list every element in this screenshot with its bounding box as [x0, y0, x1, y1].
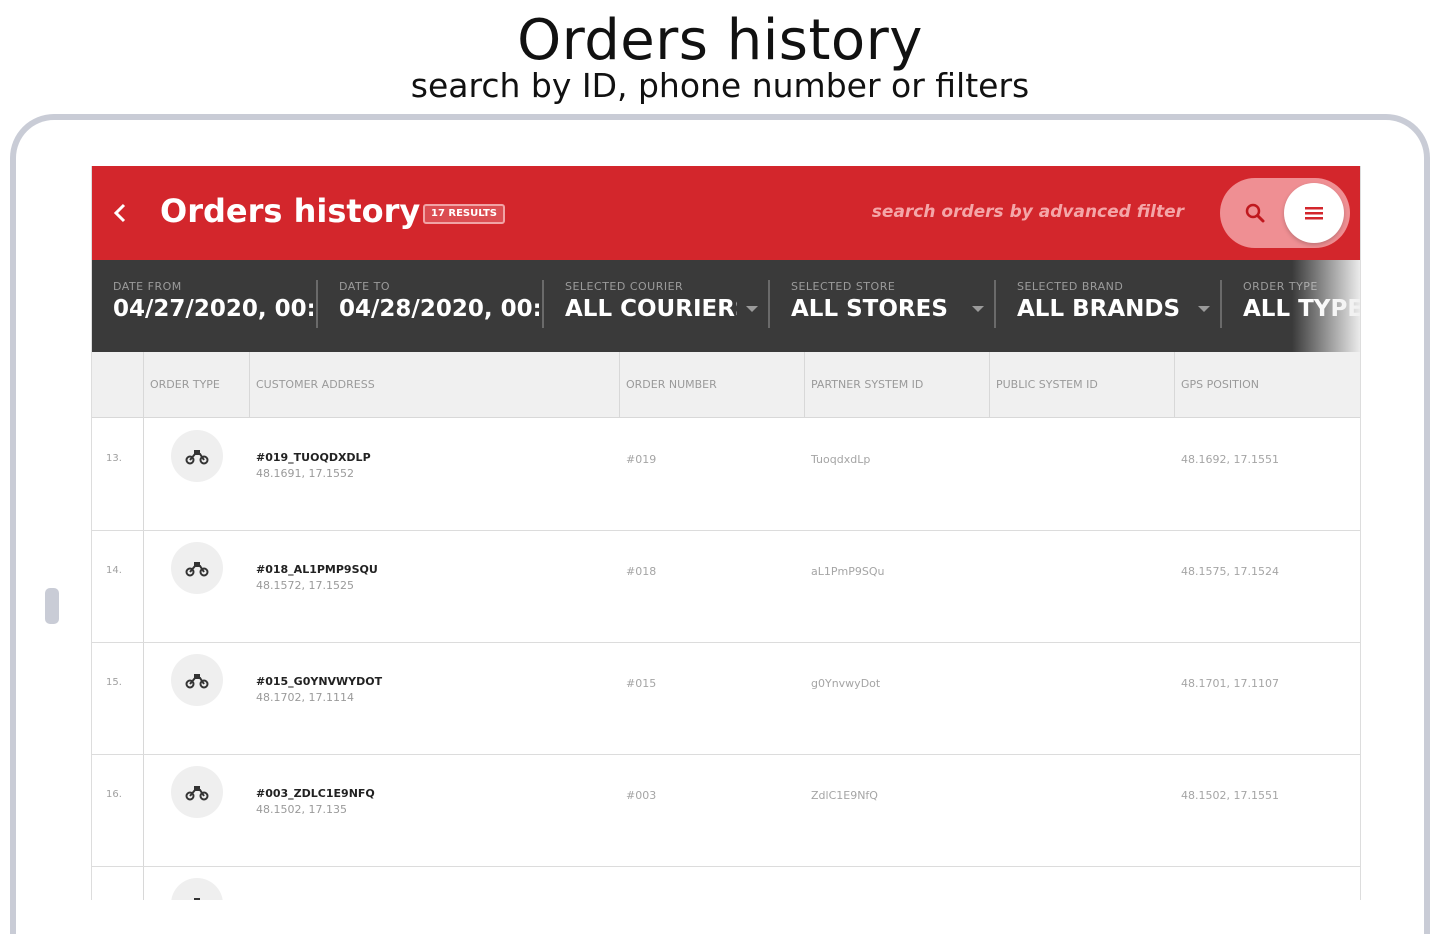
results-badge: 17 RESULTS	[423, 204, 505, 224]
motorcycle-icon	[185, 559, 209, 577]
order-number: #015	[626, 677, 657, 690]
filter-label: SELECTED STORE	[791, 280, 896, 293]
tablet-side-button	[45, 588, 59, 624]
customer-coords: 48.1702, 17.1114	[256, 691, 354, 704]
filter-value: 04/28/2020, 00:00	[339, 296, 539, 322]
gps-position: 48.1575, 17.1524	[1181, 565, 1279, 578]
row-index: 15.	[106, 677, 122, 688]
filter-store[interactable]: SELECTED STORE ALL STORES	[770, 260, 996, 352]
filter-date-from[interactable]: DATE FROM 04/27/2020, 00:00	[92, 260, 318, 352]
order-number: #003	[626, 789, 657, 802]
column-header-gps-position[interactable]: GPS POSITION	[1174, 352, 1360, 418]
filter-label: DATE TO	[339, 280, 390, 293]
page-title: Orders history	[160, 192, 421, 230]
app-bar: Orders history 17 RESULTS search orders …	[92, 166, 1360, 260]
partner-system-id: TuoqdxdLp	[811, 453, 871, 466]
column-header-partner-system-id[interactable]: PARTNER SYSTEM ID	[804, 352, 989, 418]
partner-system-id: ZdlC1E9NfQ	[811, 789, 878, 802]
filter-value: ALL COURIERS	[565, 296, 737, 322]
app-screen: Orders history 17 RESULTS search orders …	[91, 166, 1361, 900]
customer-coords: 48.1502, 17.135	[256, 803, 347, 816]
table-header: ORDER TYPE CUSTOMER ADDRESS ORDER NUMBER…	[92, 352, 1360, 418]
row-index: 13.	[106, 453, 122, 464]
filter-label: DATE FROM	[113, 280, 182, 293]
motorcycle-icon	[185, 783, 209, 801]
scroll-fade	[1292, 260, 1360, 352]
table-row[interactable]: 13. #019_TUOQDXDLP 48.1691, 17.1552 #019…	[92, 419, 1360, 531]
column-header-order-type[interactable]: ORDER TYPE	[143, 352, 249, 418]
motorcycle-icon	[185, 895, 209, 900]
column-header-public-system-id[interactable]: PUBLIC SYSTEM ID	[989, 352, 1174, 418]
customer-name: #018_AL1PMP9SQU	[256, 563, 378, 576]
customer-coords: 48.1572, 17.1525	[256, 579, 354, 592]
promo-title: Orders history	[517, 8, 923, 73]
promo-subtitle: search by ID, phone number or filters	[410, 66, 1030, 105]
row-index: 16.	[106, 789, 122, 800]
table-row[interactable]: 14. #018_AL1PMP9SQU 48.1572, 17.1525 #01…	[92, 531, 1360, 643]
filter-date-to[interactable]: DATE TO 04/28/2020, 00:00	[318, 260, 544, 352]
order-number: #019	[626, 453, 657, 466]
filter-value: ALL STORES	[791, 296, 948, 322]
partner-system-id: g0YnvwyDot	[811, 677, 881, 690]
back-chevron-icon[interactable]	[110, 196, 130, 230]
motorcycle-icon	[185, 447, 209, 465]
partner-system-id: aL1PmP9SQu	[811, 565, 885, 578]
customer-name: #003_ZDLC1E9NFQ	[256, 787, 375, 800]
dropdown-caret-icon	[746, 306, 758, 312]
filter-brand[interactable]: SELECTED BRAND ALL BRANDS	[996, 260, 1222, 352]
table-row[interactable]: 15. #015_G0YNVWYDOT 48.1702, 17.1114 #01…	[92, 643, 1360, 755]
menu-button[interactable]	[1284, 183, 1344, 243]
filter-value: 04/27/2020, 00:00	[113, 296, 313, 322]
dropdown-caret-icon	[1198, 306, 1210, 312]
customer-name: #019_TUOQDXDLP	[256, 451, 371, 464]
gps-position: 48.1502, 17.1551	[1181, 789, 1279, 802]
gps-position: 48.1692, 17.1551	[1181, 453, 1279, 466]
search-placeholder[interactable]: search orders by advanced filter	[872, 202, 1184, 222]
motorcycle-icon	[185, 671, 209, 689]
gps-position: 48.1701, 17.1107	[1181, 677, 1279, 690]
order-type-badge	[171, 766, 223, 818]
customer-coords: 48.1691, 17.1552	[256, 467, 354, 480]
table-row-partial[interactable]	[92, 867, 1360, 900]
order-type-badge	[171, 654, 223, 706]
search-menu-toggle[interactable]	[1220, 178, 1350, 248]
filter-value: ALL BRANDS	[1017, 296, 1181, 322]
order-number: #018	[626, 565, 657, 578]
filter-label: SELECTED COURIER	[565, 280, 684, 293]
table-row[interactable]: 16. #003_ZDLC1E9NFQ 48.1502, 17.135 #003…	[92, 755, 1360, 867]
filter-label: SELECTED BRAND	[1017, 280, 1124, 293]
filter-bar: DATE FROM 04/27/2020, 00:00 DATE TO 04/2…	[92, 260, 1360, 352]
customer-name: #015_G0YNVWYDOT	[256, 675, 383, 688]
dropdown-caret-icon	[972, 306, 984, 312]
column-header-customer-address[interactable]: CUSTOMER ADDRESS	[249, 352, 619, 418]
order-type-badge	[171, 542, 223, 594]
row-index: 14.	[106, 565, 122, 576]
filter-courier[interactable]: SELECTED COURIER ALL COURIERS	[544, 260, 770, 352]
search-icon[interactable]	[1242, 200, 1268, 226]
column-header-order-number[interactable]: ORDER NUMBER	[619, 352, 804, 418]
order-type-badge	[171, 430, 223, 482]
order-type-badge	[171, 878, 223, 900]
menu-icon	[1304, 205, 1324, 221]
